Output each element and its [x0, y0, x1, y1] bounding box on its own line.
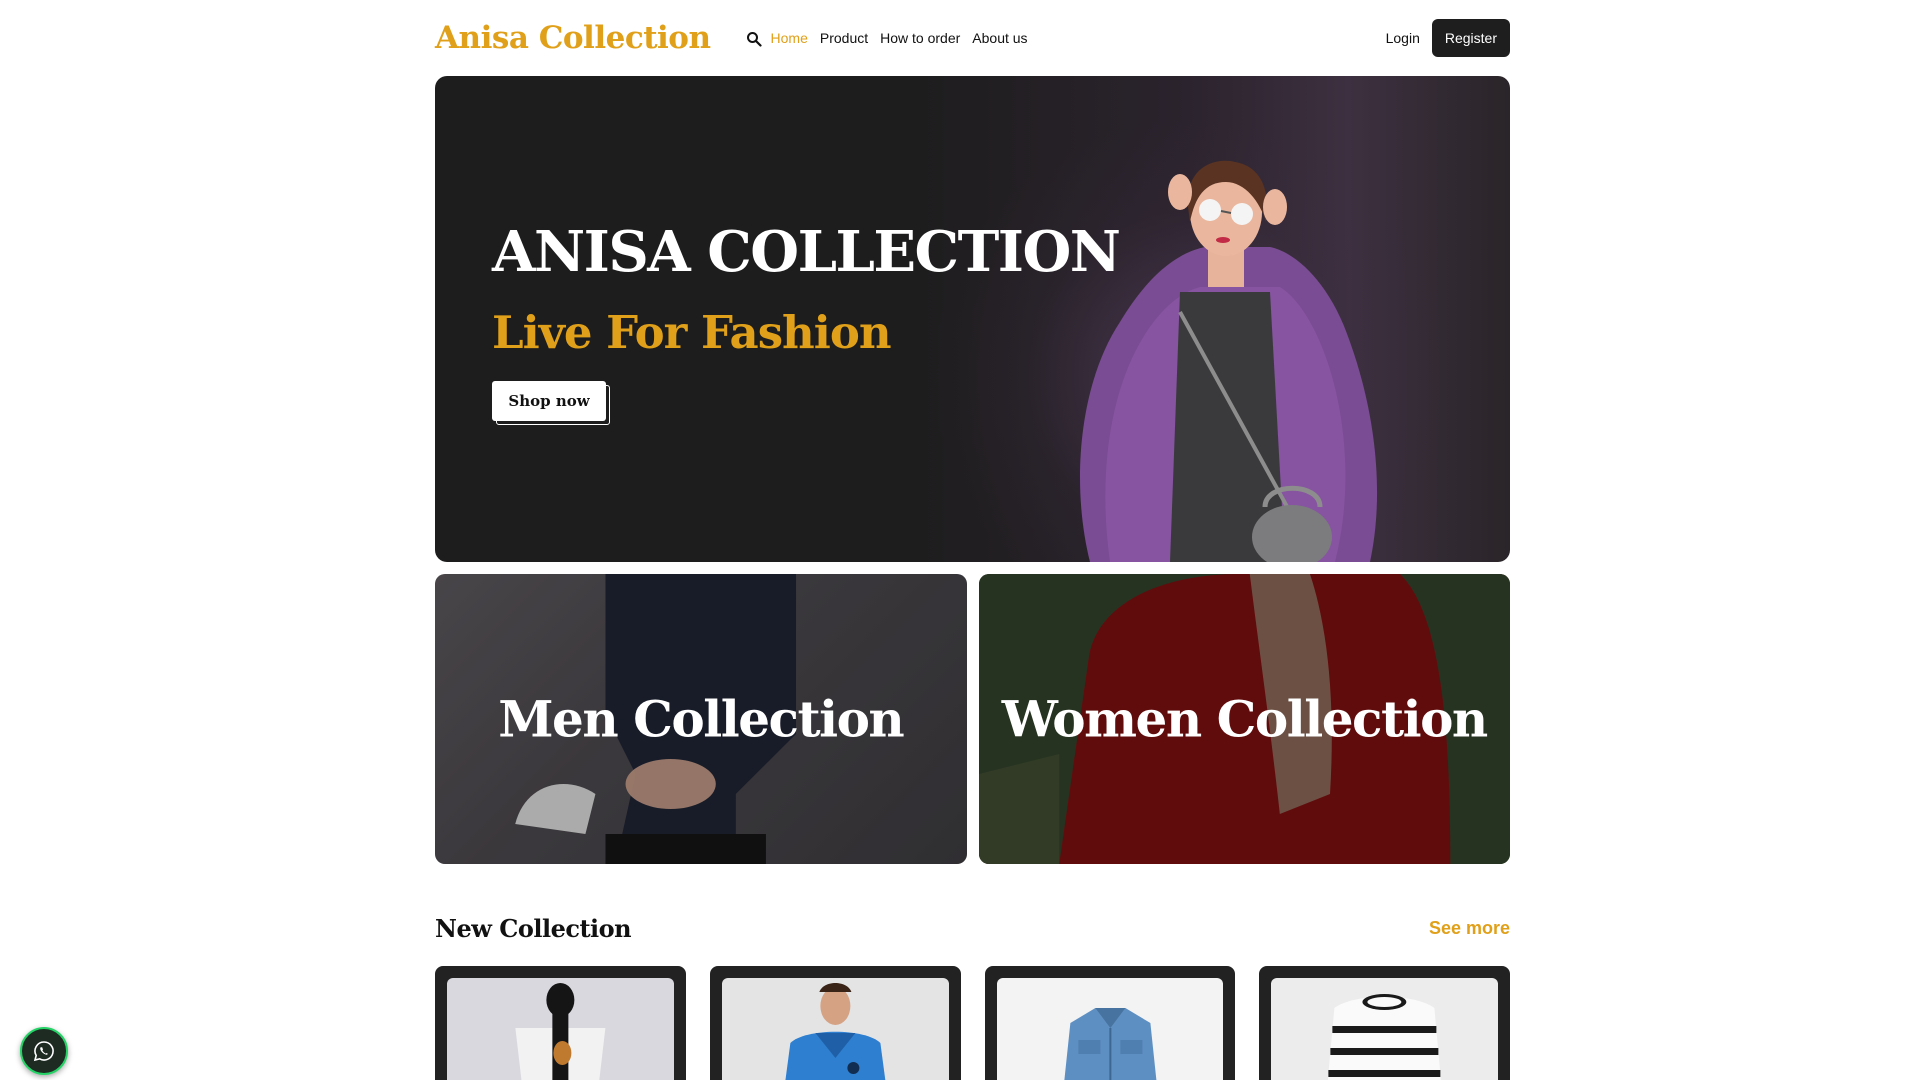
whatsapp-icon — [33, 1041, 54, 1062]
product-grid — [435, 966, 1510, 1080]
women-collection-card[interactable]: Women Collection — [978, 574, 1510, 864]
main-menu: Home Product How to order About us — [771, 30, 1028, 46]
shop-now-wrapper: Shop now — [492, 380, 610, 427]
shop-now-button[interactable]: Shop now — [492, 380, 606, 421]
hero-text: ANISA COLLECTION Live For Fashion Shop n… — [492, 219, 1121, 427]
hero-subtitle: Live For Fashion — [492, 305, 892, 359]
brand-logo[interactable]: Anisa Collection — [435, 20, 711, 56]
hero-banner: ANISA COLLECTION Live For Fashion Shop n… — [435, 76, 1510, 562]
product-card[interactable] — [709, 966, 961, 1080]
see-more-link[interactable]: See more — [1429, 918, 1510, 939]
men-collection-label: Men Collection — [498, 689, 905, 749]
nav-about-us[interactable]: About us — [972, 30, 1027, 46]
navbar: Anisa Collection Home Product How to ord… — [435, 0, 1510, 76]
men-collection-card[interactable]: Men Collection — [435, 574, 967, 864]
search-icon[interactable] — [746, 29, 764, 47]
product-image — [721, 978, 949, 1080]
whatsapp-button[interactable] — [20, 1027, 68, 1075]
nav-how-to-order[interactable]: How to order — [880, 30, 960, 46]
product-image — [447, 978, 674, 1080]
login-link[interactable]: Login — [1386, 24, 1420, 52]
product-card[interactable] — [435, 966, 686, 1080]
register-button[interactable]: Register — [1431, 19, 1510, 57]
product-card[interactable] — [984, 966, 1236, 1080]
product-card[interactable] — [1259, 966, 1510, 1080]
new-collection-header: New Collection See more — [435, 908, 1510, 948]
new-collection-title: New Collection — [435, 913, 632, 943]
nav-product[interactable]: Product — [820, 30, 868, 46]
hero-title: ANISA COLLECTION — [492, 219, 1121, 285]
product-image — [996, 978, 1224, 1080]
collection-cards: Men Collection Women Collection — [435, 574, 1510, 864]
nav-home[interactable]: Home — [771, 30, 808, 46]
auth-area: Login Register — [1386, 19, 1510, 57]
women-collection-label: Women Collection — [1001, 689, 1489, 749]
product-image — [1271, 978, 1498, 1080]
